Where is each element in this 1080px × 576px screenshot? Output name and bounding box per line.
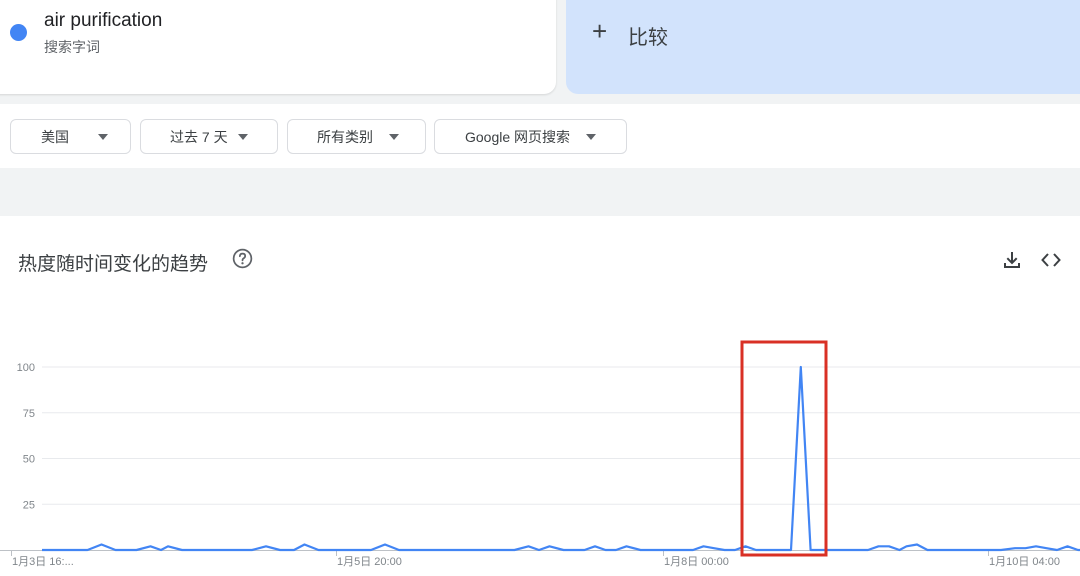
chart-section-title: 热度随时间变化的趋势 (18, 254, 209, 275)
help-icon[interactable] (232, 248, 253, 269)
search-term-card[interactable]: air purification 搜索字词 (0, 0, 556, 94)
time-range-filter-label: 过去 7 天 (170, 128, 228, 145)
embed-icon[interactable] (1040, 250, 1062, 270)
search-term-name[interactable]: air purification (44, 10, 162, 32)
interest-over-time-card: 热度随时间变化的趋势 (0, 216, 1080, 576)
search-type-filter-dropdown[interactable]: Google 网页搜索 (434, 119, 627, 154)
category-filter-dropdown[interactable]: 所有类别 (287, 119, 426, 154)
search-term-type: 搜索字词 (44, 39, 100, 55)
filter-bar: 美国 过去 7 天 所有类别 Google 网页搜索 (0, 104, 1080, 168)
region-filter-label: 美国 (41, 128, 69, 145)
compare-label: 比较 (628, 27, 668, 49)
region-filter-dropdown[interactable]: 美国 (10, 119, 131, 154)
category-filter-label: 所有类别 (317, 128, 373, 145)
dropdown-arrow-icon (238, 134, 248, 140)
search-type-filter-label: Google 网页搜索 (465, 128, 571, 145)
dropdown-arrow-icon (98, 134, 108, 140)
compare-button[interactable]: + 比较 (566, 0, 1080, 94)
plus-icon: + (592, 16, 608, 46)
series-color-dot (10, 24, 27, 41)
dropdown-arrow-icon (389, 134, 399, 140)
dropdown-arrow-icon (586, 134, 596, 140)
download-icon[interactable] (1002, 250, 1022, 270)
time-range-filter-dropdown[interactable]: 过去 7 天 (140, 119, 278, 154)
